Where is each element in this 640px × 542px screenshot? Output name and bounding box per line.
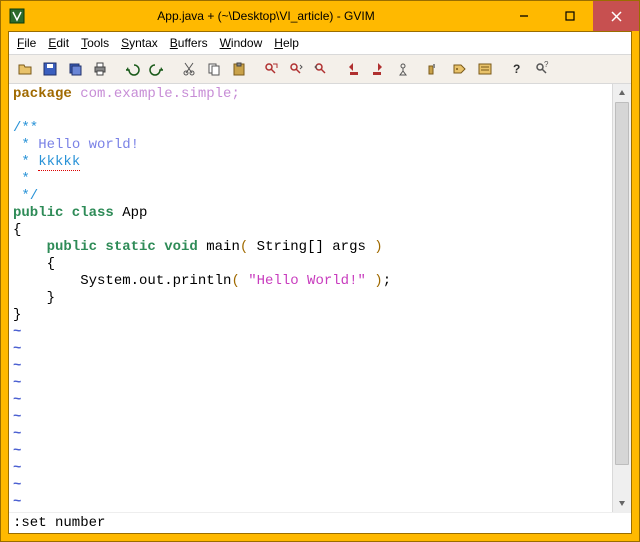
paren: ) <box>374 239 382 255</box>
menu-tools[interactable]: Tools <box>81 36 109 50</box>
editor-wrap: package com.example.simple; /** * Hello … <box>9 84 631 512</box>
comment-text: Hello world! <box>38 137 139 153</box>
end-of-buffer: ~ <box>13 477 21 493</box>
comment: /** <box>13 120 38 136</box>
spellcheck-word: kkkkk <box>38 154 80 171</box>
end-of-buffer: ~ <box>13 324 21 340</box>
keyword: public static void <box>47 239 207 255</box>
find-replace-icon[interactable] <box>259 57 283 81</box>
brace: } <box>13 307 21 323</box>
client-area: FileEditToolsSyntaxBuffersWindowHelp ?? … <box>8 31 632 534</box>
window-title: App.java + (~\Desktop\VI_article) - GVIM <box>31 9 501 23</box>
scrollbar[interactable] <box>612 84 631 512</box>
print-icon[interactable] <box>88 57 112 81</box>
string-literal: "Hello World!" <box>248 273 366 289</box>
end-of-buffer: ~ <box>13 443 21 459</box>
scroll-down-button[interactable] <box>613 494 631 512</box>
menu-help[interactable]: Help <box>274 36 299 50</box>
find-next-icon[interactable] <box>284 57 308 81</box>
paren: ) <box>374 273 382 289</box>
undo-icon[interactable] <box>120 57 144 81</box>
find-prev-icon[interactable] <box>309 57 333 81</box>
scroll-up-button[interactable] <box>613 84 631 102</box>
class-name: App <box>122 205 147 221</box>
svg-text:?: ? <box>544 61 549 69</box>
svg-text:?: ? <box>513 62 520 76</box>
jump-tag-icon[interactable] <box>391 57 415 81</box>
toolbar: ?? <box>9 55 631 84</box>
open-icon[interactable] <box>13 57 37 81</box>
brace: { <box>13 222 21 238</box>
method-args: String[] args <box>248 239 374 255</box>
command-line[interactable]: :set number <box>9 512 631 533</box>
find-help-icon[interactable]: ? <box>530 57 554 81</box>
keyword: public class <box>13 205 122 221</box>
end-of-buffer: ~ <box>13 375 21 391</box>
maximize-button[interactable] <box>547 1 593 31</box>
end-of-buffer: ~ <box>13 409 21 425</box>
cut-icon[interactable] <box>177 57 201 81</box>
menu-buffers[interactable]: Buffers <box>170 36 208 50</box>
brace: { <box>13 256 55 272</box>
menu-window[interactable]: Window <box>220 36 263 50</box>
redo-icon[interactable] <box>145 57 169 81</box>
paren: ( <box>231 273 239 289</box>
method-name: main <box>206 239 240 255</box>
end-of-buffer: ~ <box>13 494 21 510</box>
paste-icon[interactable] <box>227 57 251 81</box>
scrollbar-thumb[interactable] <box>615 102 629 465</box>
minimize-button[interactable] <box>501 1 547 31</box>
indent <box>13 239 47 255</box>
make-icon[interactable] <box>423 57 447 81</box>
paren: ( <box>240 239 248 255</box>
tag-icon[interactable] <box>448 57 472 81</box>
editor[interactable]: package com.example.simple; /** * Hello … <box>9 84 612 512</box>
comment: * <box>13 137 38 153</box>
menu-edit[interactable]: Edit <box>48 36 69 50</box>
package-path: com.example.simple; <box>72 86 240 102</box>
comment: */ <box>13 188 38 204</box>
brace: } <box>13 290 55 306</box>
titlebar: App.java + (~\Desktop\VI_article) - GVIM <box>1 1 639 31</box>
help-icon[interactable]: ? <box>505 57 529 81</box>
scrollbar-track[interactable] <box>613 102 631 494</box>
menubar: File Edit Tools Syntax Buffers Window Help <box>9 32 631 55</box>
vimgrep-icon[interactable] <box>473 57 497 81</box>
shift-right-icon[interactable] <box>366 57 390 81</box>
menu-file[interactable]: File <box>17 36 36 50</box>
end-of-buffer: ~ <box>13 358 21 374</box>
end-of-buffer: ~ <box>13 341 21 357</box>
close-button[interactable] <box>593 1 639 31</box>
window: App.java + (~\Desktop\VI_article) - GVIM… <box>0 0 640 542</box>
end-of-buffer: ~ <box>13 426 21 442</box>
save-all-icon[interactable] <box>63 57 87 81</box>
copy-icon[interactable] <box>202 57 226 81</box>
app-icon <box>9 8 25 24</box>
save-icon[interactable] <box>38 57 62 81</box>
comment: * <box>13 154 38 170</box>
shift-left-icon[interactable] <box>341 57 365 81</box>
end-of-buffer: ~ <box>13 392 21 408</box>
comment: * <box>13 171 30 187</box>
keyword: package <box>13 86 72 102</box>
menu-syntax[interactable]: Syntax <box>121 36 158 50</box>
code-text: System.out.println <box>13 273 231 289</box>
end-of-buffer: ~ <box>13 460 21 476</box>
